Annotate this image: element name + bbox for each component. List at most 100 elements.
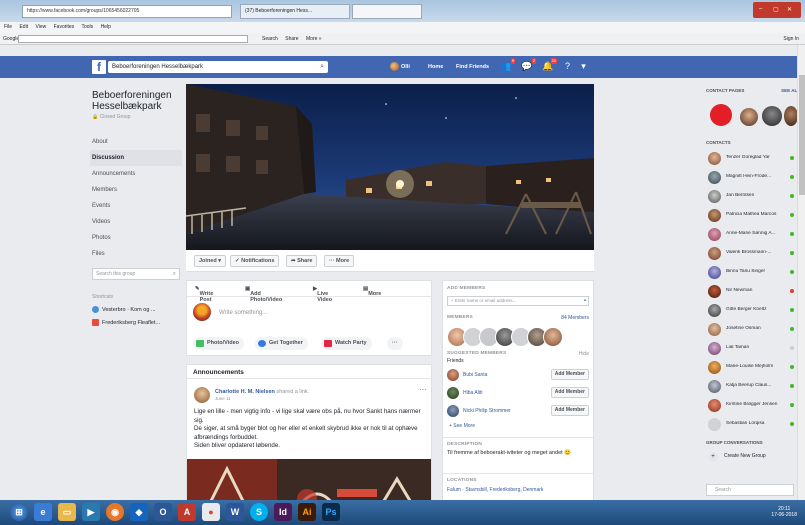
contact-item[interactable]: Tenzer Goreglad Yar — [700, 150, 800, 168]
menu-file[interactable]: File — [4, 24, 12, 30]
nav-events[interactable]: Events — [92, 198, 184, 214]
profile-link[interactable]: Olli — [390, 62, 410, 71]
menu-tools[interactable]: Tools — [81, 24, 93, 30]
toolbar-share-button[interactable]: Share — [285, 36, 298, 42]
notifications-icon[interactable]: 🔔 20 — [542, 58, 557, 72]
toolbar-search-button[interactable]: Search — [262, 36, 278, 42]
chrome-icon[interactable]: ● — [202, 503, 220, 521]
outlook-icon[interactable]: O — [154, 503, 172, 521]
post-author[interactable]: Charlotte H. M. Nielsen shared a link. — [215, 389, 309, 395]
acrobat-icon[interactable]: A — [178, 503, 196, 521]
create-group-button[interactable]: + Create New Group — [706, 450, 796, 464]
suggested-name[interactable]: Hiba Aliti — [463, 390, 482, 396]
word-icon[interactable]: W — [226, 503, 244, 521]
group-search-input[interactable]: Search this group ⌕ — [92, 268, 180, 280]
post-options-icon[interactable]: ··· — [419, 385, 427, 394]
nav-members[interactable]: Members — [92, 182, 184, 198]
account-menu-icon[interactable]: ▾ — [578, 61, 589, 72]
nav-photos[interactable]: Photos — [92, 230, 184, 246]
add-photo-video-tab[interactable]: ▣ Add Photo/Video — [245, 286, 282, 303]
suggested-name[interactable]: Nicki Philip Strommer — [463, 408, 511, 414]
illustrator-icon[interactable]: Ai — [298, 503, 316, 521]
suggested-name[interactable]: Bubi Santa — [463, 372, 487, 378]
toolbar-search-field[interactable] — [18, 35, 248, 43]
toolbar-more-button[interactable]: More » — [306, 36, 322, 42]
contact-item[interactable]: Marie-Louise Mejholm — [700, 359, 800, 377]
search-icon[interactable]: ⌕ — [320, 61, 324, 73]
photo-video-button[interactable]: Photo/Video — [193, 337, 244, 350]
write-post-tab[interactable]: ✎ Write Post — [195, 286, 213, 303]
contact-item[interactable]: Jan Berntsen — [700, 188, 800, 206]
hide-suggested-link[interactable]: Hide — [579, 351, 589, 357]
explorer-icon[interactable]: ▭ — [58, 503, 76, 521]
contact-item[interactable]: Magnitt Hein-Frode... — [700, 169, 800, 187]
indesign-icon[interactable]: Id — [274, 503, 292, 521]
shortcut-item[interactable]: Vesterbro · Kom og ... — [92, 306, 184, 313]
more-actions-button[interactable]: ··· — [387, 337, 403, 350]
composer-input[interactable]: Write something... — [219, 310, 267, 316]
messages-icon[interactable]: 💬 2 — [521, 58, 536, 72]
system-clock[interactable]: 20:11 17-06-2018 — [771, 506, 797, 518]
search-icon[interactable]: ⌕ — [173, 269, 176, 279]
page-scrollbar[interactable] — [797, 45, 805, 500]
browser-tab-new[interactable] — [352, 4, 422, 19]
menu-favorites[interactable]: Favorites — [54, 24, 75, 30]
add-member-icon[interactable]: ▪ — [584, 297, 586, 305]
contact-item[interactable]: Josefine Osman — [700, 321, 800, 339]
start-button-icon[interactable]: ⊞ — [10, 503, 28, 521]
cover-photo[interactable] — [186, 84, 594, 250]
firefox-icon[interactable]: ◉ — [106, 503, 124, 521]
share-button[interactable]: ➦ Share — [286, 255, 318, 267]
scrollbar-thumb[interactable] — [799, 75, 805, 195]
contact-item[interactable]: Katja Beerup Claus... — [700, 378, 800, 396]
sign-in-link[interactable]: Sign In — [783, 33, 799, 45]
menu-help[interactable]: Help — [101, 24, 111, 30]
contact-page-avatar[interactable] — [784, 106, 798, 126]
author-avatar[interactable] — [194, 387, 210, 403]
more-button[interactable]: ··· More — [324, 255, 355, 267]
suggested-avatar[interactable] — [447, 405, 459, 417]
see-more-link[interactable]: + See More — [449, 423, 475, 429]
nav-discussion[interactable]: Discussion — [90, 150, 182, 166]
notifications-button[interactable]: ✓ Notifications — [230, 255, 280, 267]
more-tab[interactable]: ▤ More — [363, 286, 381, 297]
nav-announcements[interactable]: Announcements — [92, 166, 184, 182]
contact-item[interactable]: Anne-Marie Sønnig A... — [700, 226, 800, 244]
contact-page-avatar[interactable] — [740, 108, 758, 126]
nav-videos[interactable]: Videos — [92, 214, 184, 230]
contact-item[interactable]: Lial Tamari — [700, 340, 800, 358]
maximize-icon[interactable]: ▢ — [773, 6, 779, 13]
menu-edit[interactable]: Edit — [19, 24, 28, 30]
contact-page-avatar[interactable] — [710, 104, 732, 126]
chat-search-input[interactable]: Search — [706, 484, 794, 496]
shortcut-item[interactable]: Frederiksberg Fleaflet... — [92, 319, 184, 326]
photoshop-icon[interactable]: Ps — [322, 503, 340, 521]
group-location[interactable]: Falum · Stavnsbill, Frederiksberg, Denma… — [447, 487, 589, 493]
close-icon[interactable]: ✕ — [787, 6, 792, 13]
contact-item[interactable]: Gitte Berger Koeltz — [700, 302, 800, 320]
add-member-button[interactable]: Add Member — [550, 387, 589, 398]
home-link[interactable]: Home — [428, 64, 443, 70]
media-icon[interactable]: ▶ — [82, 503, 100, 521]
address-bar[interactable]: https://www.facebook.com/groups/10654560… — [22, 5, 232, 18]
joined-button[interactable]: Joined ▾ — [194, 255, 227, 267]
contact-item[interactable]: Binnu Tanu Singer — [700, 264, 800, 282]
group-title[interactable]: Beboerforeningen Hesselbækpark — [92, 90, 184, 112]
skype-icon[interactable]: S — [250, 503, 268, 521]
members-count-link[interactable]: 84 Members — [561, 315, 589, 321]
contact-page-avatar[interactable] — [762, 106, 782, 126]
help-icon[interactable]: ? — [562, 61, 573, 72]
contact-item[interactable]: Kirstine Brøgger Jensen — [700, 397, 800, 415]
find-friends-link[interactable]: Find Friends — [456, 64, 489, 70]
contact-item[interactable]: Nir Newman — [700, 283, 800, 301]
facebook-search-input[interactable]: Beboerforeningen Hesselbækpark ⌕ — [108, 61, 328, 73]
add-member-button[interactable]: Add Member — [550, 405, 589, 416]
menu-view[interactable]: View — [35, 24, 46, 30]
get-together-button[interactable]: Get Together — [255, 337, 308, 350]
contact-item[interactable]: Valerik Brossmann-... — [700, 245, 800, 263]
nav-files[interactable]: Files — [92, 246, 184, 262]
post-date[interactable]: June 11 — [215, 396, 231, 401]
watch-party-button[interactable]: Watch Party — [321, 337, 372, 350]
suggested-avatar[interactable] — [447, 369, 459, 381]
minimize-icon[interactable]: – — [759, 6, 762, 12]
